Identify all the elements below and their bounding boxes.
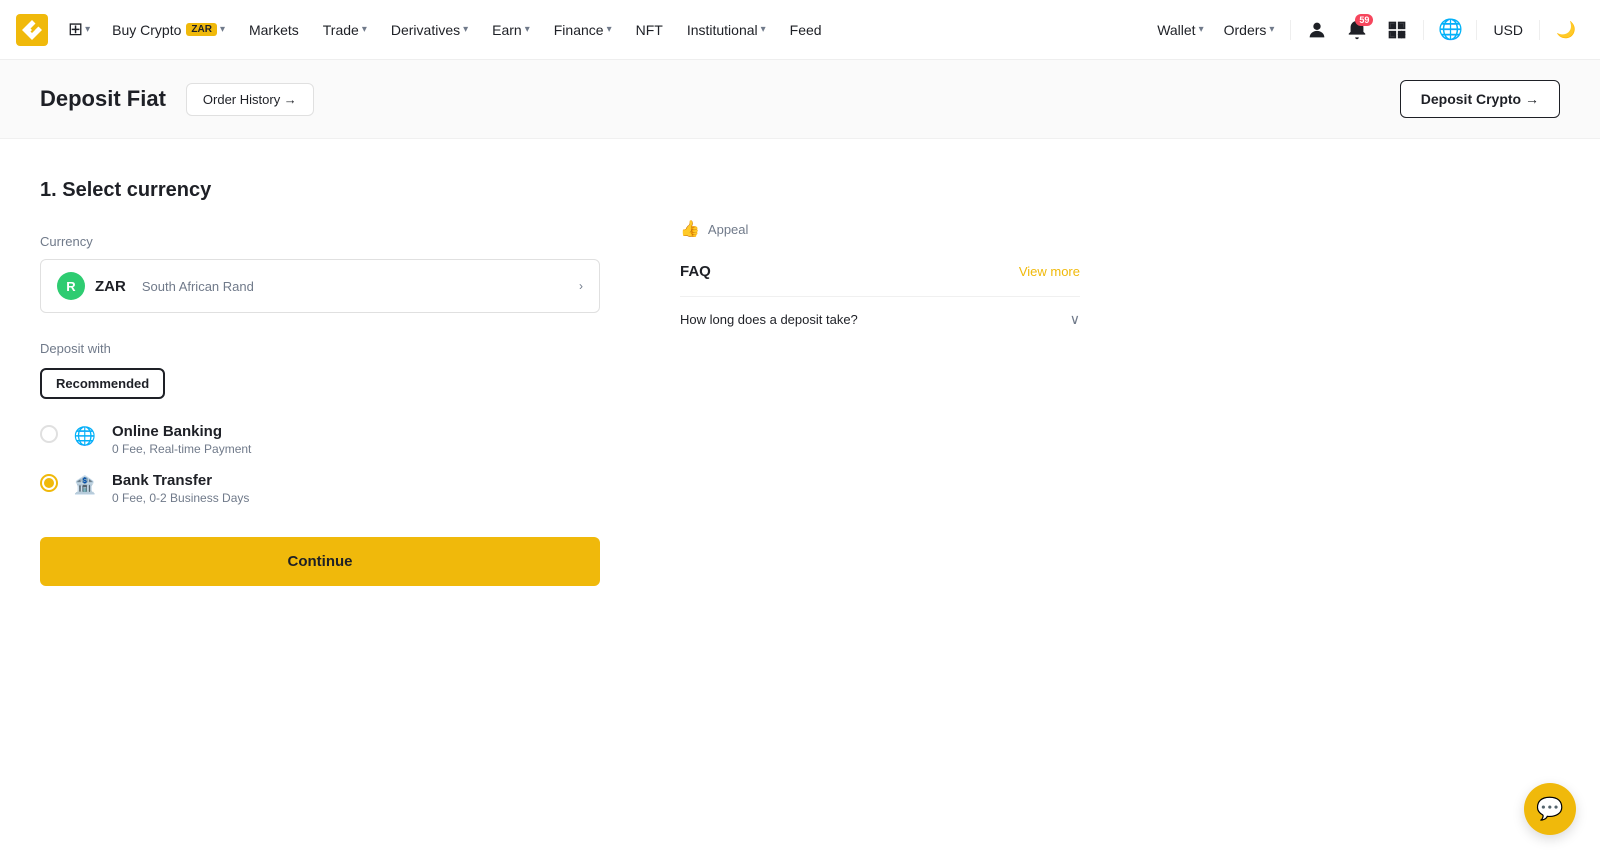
deposit-crypto-label: Deposit Crypto →	[1421, 91, 1539, 107]
continue-button[interactable]: Continue	[40, 537, 600, 586]
recommended-tab[interactable]: Recommended	[40, 368, 165, 399]
logo[interactable]	[16, 14, 48, 46]
continue-button-label: Continue	[288, 553, 353, 570]
navbar: ⊞ ▾ Buy Crypto ZAR ▾ Markets Trade ▾ Der…	[0, 0, 1600, 60]
nav-right: Wallet ▾ Orders ▾ 59 🌐 USD 🌙	[1149, 0, 1584, 60]
notifications-button[interactable]: 59	[1339, 12, 1375, 48]
online-banking-name: Online Banking	[112, 423, 251, 440]
appeal-label: Appeal	[708, 222, 748, 237]
currency-label: USD	[1493, 22, 1523, 38]
payment-option-bank-transfer[interactable]: 🏦 Bank Transfer 0 Fee, 0-2 Business Days	[40, 472, 600, 505]
payment-options: 🌐 Online Banking 0 Fee, Real-time Paymen…	[40, 423, 600, 505]
earn-chevron: ▾	[525, 24, 530, 35]
trade-label: Trade	[323, 22, 359, 38]
left-panel: 1. Select currency Currency R ZAR South …	[40, 179, 600, 586]
chat-icon: 💬	[1536, 796, 1563, 822]
currency-icon: R	[57, 272, 85, 300]
wallet-label: Wallet	[1157, 22, 1195, 38]
payment-option-online-banking[interactable]: 🌐 Online Banking 0 Fee, Real-time Paymen…	[40, 423, 600, 456]
nav-feed[interactable]: Feed	[780, 0, 832, 60]
finance-chevron: ▾	[607, 24, 612, 35]
faq-row: FAQ View more	[680, 263, 1080, 280]
faq-question-deposit-time: How long does a deposit take?	[680, 312, 858, 327]
faq-chevron-deposit-time: ∨	[1070, 311, 1080, 328]
wallet-button[interactable]: Wallet ▾	[1149, 0, 1211, 60]
buy-crypto-chevron: ▾	[220, 24, 225, 35]
recommended-tab-label: Recommended	[56, 376, 149, 391]
order-history-label: Order History →	[203, 92, 297, 107]
theme-toggle-button[interactable]: 🌙	[1548, 12, 1584, 48]
nft-label: NFT	[636, 22, 663, 38]
bank-transfer-icon: 🏦	[72, 472, 98, 498]
nav-buy-crypto[interactable]: Buy Crypto ZAR ▾	[102, 0, 235, 60]
zar-badge: ZAR	[186, 23, 217, 36]
notification-count: 59	[1355, 14, 1373, 26]
derivatives-label: Derivatives	[391, 22, 460, 38]
deposit-with-label: Deposit with	[40, 341, 600, 356]
online-banking-info: Online Banking 0 Fee, Real-time Payment	[112, 423, 251, 456]
appeal-row: 👍 Appeal	[680, 219, 1080, 239]
nav-divider-1	[1290, 20, 1291, 40]
earn-label: Earn	[492, 22, 522, 38]
bank-transfer-radio[interactable]	[40, 474, 58, 492]
currency-name: South African Rand	[142, 279, 254, 294]
orders-label: Orders	[1224, 22, 1267, 38]
online-banking-desc: 0 Fee, Real-time Payment	[112, 442, 251, 456]
appeal-icon: 👍	[680, 219, 700, 239]
nav-finance[interactable]: Finance ▾	[544, 0, 622, 60]
step-title: 1. Select currency	[40, 179, 600, 202]
chat-button[interactable]: 💬	[1524, 783, 1576, 835]
nav-divider-4	[1539, 20, 1540, 40]
faq-label: FAQ	[680, 263, 711, 280]
currency-select-arrow: ›	[579, 279, 583, 293]
orders-button[interactable]: Orders ▾	[1216, 0, 1283, 60]
grid-menu-button[interactable]: ⊞ ▾	[60, 15, 98, 44]
main-content: 1. Select currency Currency R ZAR South …	[0, 139, 1200, 626]
faq-item-deposit-time[interactable]: How long does a deposit take? ∨	[680, 296, 1080, 342]
orders-chevron: ▾	[1269, 24, 1274, 35]
nav-markets[interactable]: Markets	[239, 0, 309, 60]
order-history-button[interactable]: Order History →	[186, 83, 314, 116]
nav-earn[interactable]: Earn ▾	[482, 0, 540, 60]
page-title: Deposit Fiat	[40, 86, 166, 112]
currency-left: R ZAR South African Rand	[57, 272, 254, 300]
currency-select[interactable]: R ZAR South African Rand ›	[40, 259, 600, 313]
nav-divider-3	[1476, 20, 1477, 40]
wallet-chevron: ▾	[1199, 24, 1204, 35]
bank-transfer-info: Bank Transfer 0 Fee, 0-2 Business Days	[112, 472, 249, 505]
buy-crypto-label: Buy Crypto	[112, 22, 181, 38]
currency-field-label: Currency	[40, 234, 600, 249]
finance-label: Finance	[554, 22, 604, 38]
profile-icon-button[interactable]	[1299, 12, 1335, 48]
online-banking-radio[interactable]	[40, 425, 58, 443]
derivatives-chevron: ▾	[463, 24, 468, 35]
trade-chevron: ▾	[362, 24, 367, 35]
bank-transfer-name: Bank Transfer	[112, 472, 249, 489]
feed-label: Feed	[790, 22, 822, 38]
page-header: Deposit Fiat Order History → Deposit Cry…	[0, 60, 1600, 139]
online-banking-icon: 🌐	[72, 423, 98, 449]
globe-icon-button[interactable]: 🌐	[1432, 12, 1468, 48]
qr-icon-button[interactable]	[1379, 12, 1415, 48]
currency-selector[interactable]: USD	[1485, 0, 1531, 60]
nav-institutional[interactable]: Institutional ▾	[677, 0, 776, 60]
currency-code: ZAR	[95, 278, 126, 295]
nav-trade[interactable]: Trade ▾	[313, 0, 377, 60]
page-header-left: Deposit Fiat Order History →	[40, 83, 314, 116]
nav-nft[interactable]: NFT	[626, 0, 673, 60]
markets-label: Markets	[249, 22, 299, 38]
institutional-chevron: ▾	[761, 24, 766, 35]
view-more-link[interactable]: View more	[1019, 264, 1080, 279]
institutional-label: Institutional	[687, 22, 758, 38]
radio-inner-selected	[44, 478, 54, 488]
currency-icon-letter: R	[66, 279, 75, 294]
nav-derivatives[interactable]: Derivatives ▾	[381, 0, 478, 60]
nav-divider-2	[1423, 20, 1424, 40]
bank-transfer-desc: 0 Fee, 0-2 Business Days	[112, 491, 249, 505]
deposit-crypto-button[interactable]: Deposit Crypto →	[1400, 80, 1560, 118]
right-panel: 👍 Appeal FAQ View more How long does a d…	[680, 179, 1080, 586]
